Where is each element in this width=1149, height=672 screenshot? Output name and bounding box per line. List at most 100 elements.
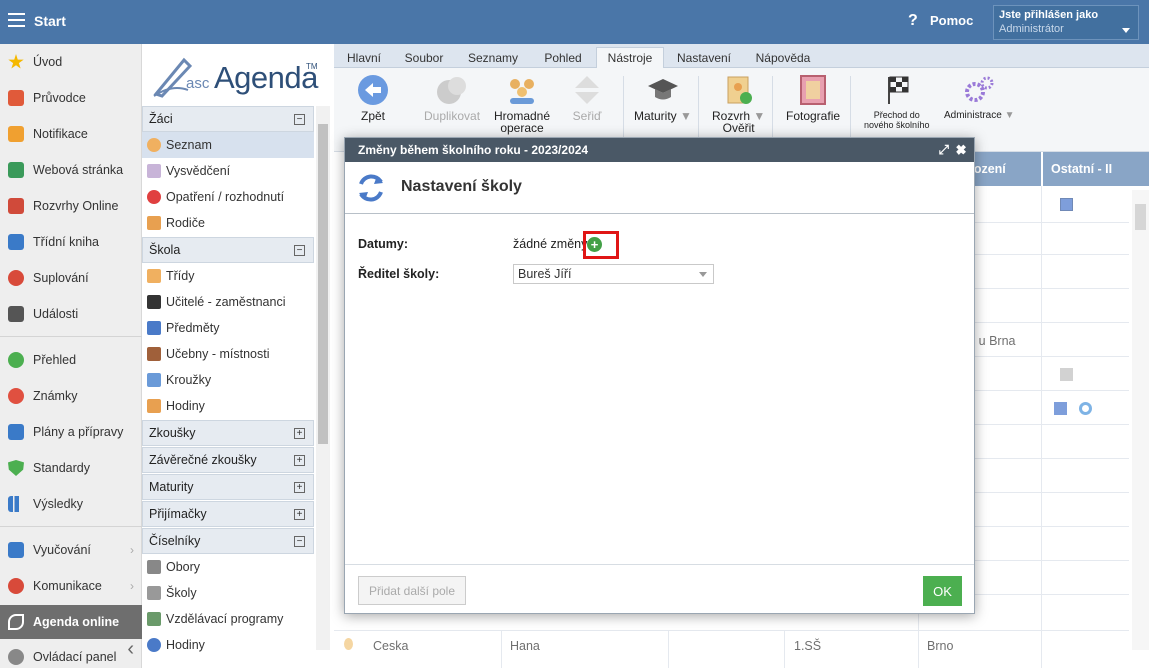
divider — [0, 526, 142, 527]
principal-label: Ředitel školy: — [358, 267, 440, 281]
close-icon[interactable]: ✖ — [956, 142, 966, 157]
expand-icon[interactable]: + — [294, 482, 305, 493]
ribbon-separator — [623, 76, 624, 142]
section-item-ucebny[interactable]: Učebny - místnosti — [142, 341, 314, 367]
expand-icon[interactable]: + — [294, 428, 305, 439]
dialog-footer: Přidat další pole OK — [345, 564, 974, 613]
section-panel-scrollbar[interactable] — [316, 106, 330, 650]
nav-item-vyucovani[interactable]: Vyučování › — [0, 535, 142, 565]
tab-hlavni[interactable]: Hlavní — [338, 47, 390, 68]
nav-item-pruvodce[interactable]: Průvodce — [0, 83, 142, 113]
nav-item-prehled[interactable]: Přehled — [0, 345, 142, 375]
book-icon — [8, 234, 24, 250]
dialog-title-bar: Změny během školního roku - 2023/2024 ⤢ … — [345, 138, 974, 162]
checkered-flag-icon — [887, 76, 909, 104]
section-item-skoly[interactable]: Školy — [142, 580, 314, 606]
nav-item-tridni-kniha[interactable]: Třídní kniha — [0, 227, 142, 257]
section-item-opatreni[interactable]: Opatření / rozhodnutí — [142, 184, 314, 210]
section-item-predmety[interactable]: Předměty — [142, 315, 314, 341]
collapse-icon[interactable]: − — [294, 536, 305, 547]
ok-button[interactable]: OK — [923, 576, 962, 606]
section-item-tridy[interactable]: Třídy — [142, 263, 314, 289]
add-field-button[interactable]: Přidat další pole — [358, 576, 466, 605]
bulk-operations-button[interactable]: Hromadné operace — [494, 74, 550, 134]
maximize-icon[interactable]: ⤢ — [938, 142, 948, 157]
section-item-ucitele[interactable]: Učitelé - zaměstnanci — [142, 289, 314, 315]
graduation-cap-icon — [647, 79, 678, 100]
star-icon — [8, 54, 24, 69]
nav-item-vysledky[interactable]: Výsledky — [0, 489, 142, 519]
nav-item-udalosti[interactable]: Události — [0, 299, 142, 329]
section-header-prijimacky[interactable]: Přijímačky + — [142, 501, 314, 527]
briefcase-icon — [8, 424, 24, 440]
sort-button[interactable]: Seřiď — [570, 74, 604, 122]
user-role: Administrátor — [999, 23, 1064, 35]
administration-button[interactable]: Administrace ▼ — [944, 74, 1015, 122]
duplicate-icon — [437, 77, 467, 104]
duplicate-button[interactable]: Duplikovat — [424, 74, 480, 122]
person-icon — [8, 270, 24, 286]
nav-item-webova-stranka[interactable]: Webová stránka — [0, 155, 142, 185]
tab-seznamy[interactable]: Seznamy — [462, 47, 524, 68]
expand-icon[interactable]: + — [294, 455, 305, 466]
nav-item-rozvrhy-online[interactable]: Rozvrhy Online — [0, 191, 142, 221]
nav-item-znamky[interactable]: Známky — [0, 381, 142, 411]
section-header-zaverecne-zkousky[interactable]: Závěrečné zkoušky + — [142, 447, 314, 473]
new-school-year-button[interactable]: Přechod do nového školního — [864, 74, 930, 130]
top-bar: Start ? Pomoc Jste přihlášen jako Admini… — [0, 0, 1149, 44]
nav-item-plany[interactable]: Plány a přípravy — [0, 417, 142, 447]
section-item-rodice[interactable]: Rodiče — [142, 210, 314, 236]
tab-napoveda[interactable]: Nápověda — [748, 47, 818, 68]
section-header-maturity[interactable]: Maturity + — [142, 474, 314, 500]
section-item-vzdelavaci-programy[interactable]: Vzdělávací programy — [142, 606, 314, 632]
dates-value: žádné změny — [513, 237, 588, 251]
building-icon — [147, 586, 161, 600]
tab-pohled[interactable]: Pohled — [534, 47, 592, 68]
nav-item-komunikace[interactable]: Komunikace › — [0, 571, 142, 601]
collapse-icon[interactable]: − — [294, 245, 305, 256]
help-link[interactable]: Pomoc — [930, 13, 973, 28]
section-header-ciselniky[interactable]: Číselníky − — [142, 528, 314, 554]
collapse-icon[interactable]: − — [294, 114, 305, 125]
photo-frame-icon — [800, 75, 827, 105]
clipboard-check-icon — [727, 76, 752, 104]
user-menu[interactable]: Jste přihlášen jako Administrátor — [993, 5, 1139, 40]
section-header-zkousky[interactable]: Zkoušky + — [142, 420, 314, 446]
section-header-zaci[interactable]: Žáci − — [142, 106, 314, 132]
start-label[interactable]: Start — [34, 13, 66, 29]
section-item-krouzky[interactable]: Kroužky — [142, 367, 314, 393]
nav-item-standardy[interactable]: Standardy — [0, 453, 142, 483]
tab-soubor[interactable]: Soubor — [398, 47, 450, 68]
schedule-verify-button[interactable]: Rozvrh ▼ Ověřit — [712, 74, 765, 134]
principal-select[interactable]: Bureš Jíří — [513, 264, 714, 284]
door-icon — [147, 347, 161, 361]
help-icon[interactable]: ? — [908, 12, 918, 30]
hamburger-menu-icon[interactable] — [8, 13, 25, 27]
people-icon — [147, 399, 161, 413]
maturity-button[interactable]: Maturity ▼ — [634, 74, 692, 122]
graduation-cap-icon — [147, 295, 161, 309]
section-item-seznam[interactable]: Seznam — [142, 132, 314, 158]
section-item-vysvedceni[interactable]: Vysvědčení — [142, 158, 314, 184]
back-button[interactable]: Zpět — [356, 74, 390, 122]
house-icon — [8, 162, 24, 178]
section-item-hodiny-ciselnik[interactable]: Hodiny — [142, 632, 314, 658]
student-icon — [147, 138, 161, 152]
nav-item-uvod[interactable]: Úvod — [0, 47, 142, 77]
scrollbar-thumb[interactable] — [318, 124, 328, 444]
nav-item-agenda-online[interactable]: Agenda online — [0, 605, 142, 639]
nav-item-suplovani[interactable]: Suplování — [0, 263, 142, 293]
section-header-skola[interactable]: Škola − — [142, 237, 314, 263]
nav-item-notifikace[interactable]: Notifikace — [0, 119, 142, 149]
photos-button[interactable]: Fotografie — [786, 74, 840, 122]
section-item-hodiny[interactable]: Hodiny — [142, 393, 314, 419]
refresh-icon — [359, 174, 383, 202]
envelope-icon — [8, 126, 24, 142]
tab-nastaveni[interactable]: Nastavení — [670, 47, 738, 68]
tab-nastroje[interactable]: Nástroje — [596, 47, 664, 68]
ribbon-separator — [772, 76, 773, 142]
section-item-obory[interactable]: Obory — [142, 554, 314, 580]
expand-icon[interactable]: + — [294, 509, 305, 520]
collapse-chevron-left-icon[interactable]: ‹ — [127, 638, 134, 661]
dialog-header: Nastavení školy — [345, 162, 974, 214]
